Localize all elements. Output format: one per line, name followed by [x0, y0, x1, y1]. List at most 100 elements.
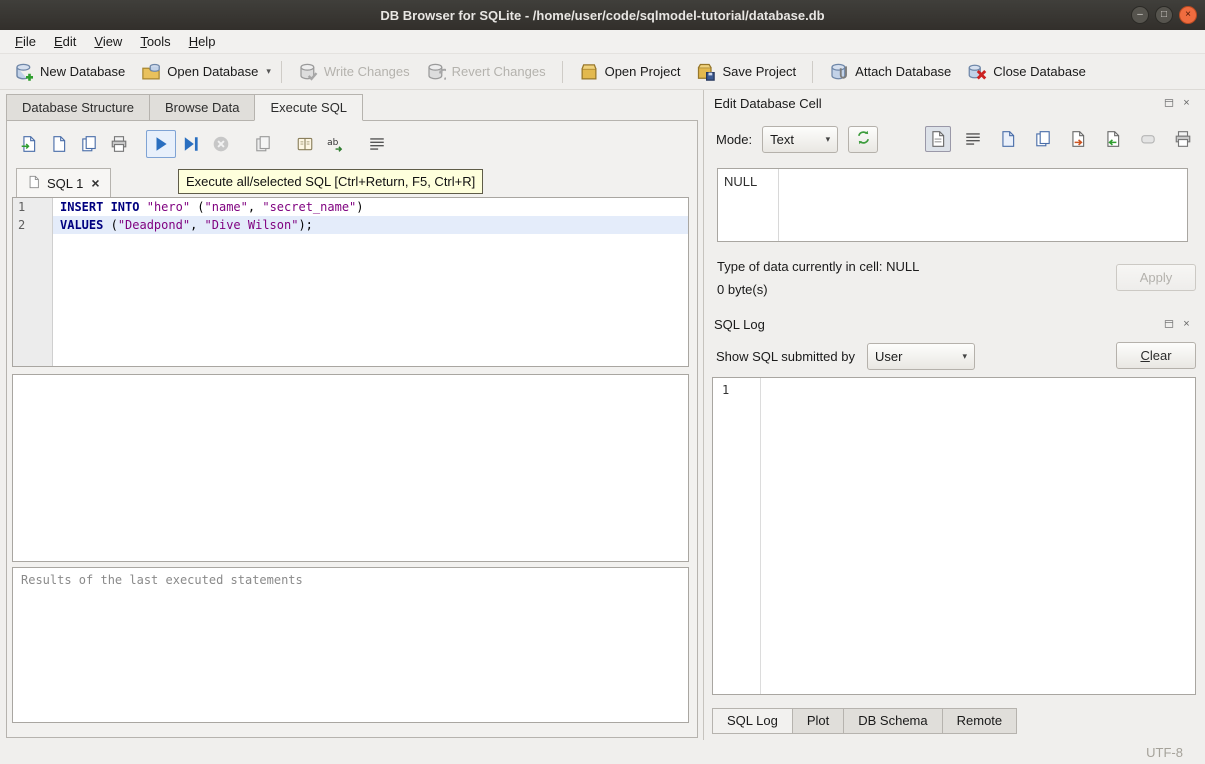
- maximize-icon: □: [1161, 10, 1167, 20]
- print-sql-button[interactable]: [104, 130, 134, 158]
- import-cell-button[interactable]: [1100, 126, 1126, 152]
- results-grid[interactable]: [12, 374, 689, 562]
- chevron-down-icon: ▾: [826, 134, 831, 145]
- minimize-icon: –: [1137, 10, 1143, 20]
- stop-execution-button: [206, 130, 236, 158]
- menu-edit[interactable]: Edit: [45, 31, 85, 52]
- sql-editor-code[interactable]: INSERT INTO "hero" ("name", "secret_name…: [53, 198, 688, 366]
- dock-tab-remote[interactable]: Remote: [943, 708, 1018, 734]
- mode-combobox[interactable]: Text ▾: [762, 126, 838, 153]
- mode-label: Mode:: [716, 132, 752, 147]
- set-null-icon: [1139, 130, 1157, 148]
- open-project-button[interactable]: Open Project: [571, 58, 689, 86]
- sql-file-tab[interactable]: SQL 1 ×: [16, 168, 111, 197]
- tooltip: Execute all/selected SQL [Ctrl+Return, F…: [178, 169, 483, 194]
- cell-editor[interactable]: NULL: [717, 168, 1188, 242]
- window-title: DB Browser for SQLite - /home/user/code/…: [380, 8, 824, 23]
- export-results-button: [248, 130, 278, 158]
- execute-all-sql-button[interactable]: [146, 130, 176, 158]
- attach-database-label: Attach Database: [855, 64, 951, 79]
- menu-tools[interactable]: Tools: [131, 31, 179, 52]
- clear-log-button[interactable]: Clear: [1116, 342, 1196, 369]
- open-project-icon: [579, 62, 599, 82]
- submitter-combobox[interactable]: User ▾: [867, 343, 975, 370]
- dock-tab-db-schema[interactable]: DB Schema: [844, 708, 942, 734]
- main-tabbar: Database Structure Browse Data Execute S…: [6, 94, 363, 121]
- close-database-button[interactable]: Close Database: [959, 58, 1094, 86]
- sql-file-icon: [27, 175, 41, 192]
- save-project-button[interactable]: Save Project: [688, 58, 804, 86]
- tab-execute-sql[interactable]: Execute SQL: [254, 94, 363, 121]
- toolbar-separator: [812, 61, 813, 83]
- chevron-down-icon: ▾: [962, 351, 967, 362]
- attach-database-button[interactable]: Attach Database: [821, 58, 959, 86]
- cell-editor-content[interactable]: [779, 169, 1187, 241]
- open-sql-file-button[interactable]: [14, 130, 44, 158]
- toolbar-separator: [562, 61, 563, 83]
- sql-editor-gutter: 12: [13, 198, 53, 366]
- minimize-button[interactable]: –: [1131, 6, 1149, 24]
- close-database-label: Close Database: [993, 64, 1086, 79]
- cell-value: NULL: [724, 174, 757, 189]
- find-replace-icon: ab: [326, 135, 344, 153]
- cell-size-info: 0 byte(s): [717, 282, 768, 297]
- open-sql-file-icon: [20, 135, 38, 153]
- save-sql-file-button[interactable]: [44, 130, 74, 158]
- print-cell-button[interactable]: [1170, 126, 1196, 152]
- svg-text:ab: ab: [327, 138, 339, 148]
- auto-switch-icon: [855, 129, 872, 149]
- encoding-indicator[interactable]: UTF-8: [1146, 745, 1183, 760]
- menu-file[interactable]: File: [6, 31, 45, 52]
- dock-tab-sql-log[interactable]: SQL Log: [712, 708, 793, 734]
- open-database-dropdown[interactable]: ▾: [266, 62, 273, 81]
- save-project-icon: [696, 62, 716, 82]
- edit-cell-dock-header: Edit Database Cell ×: [706, 92, 1199, 114]
- export-cell-button[interactable]: [1065, 126, 1091, 152]
- menubar: File Edit View Tools Help: [0, 30, 1205, 54]
- copy-cell-button[interactable]: [1030, 126, 1056, 152]
- find-replace-button[interactable]: ab: [320, 130, 350, 158]
- menu-view[interactable]: View: [85, 31, 131, 52]
- edit-cell-mode-row: Mode: Text ▾: [716, 125, 1196, 153]
- dock-float-icon[interactable]: [1162, 318, 1175, 331]
- cell-editor-margin: NULL: [718, 169, 779, 241]
- apply-button: Apply: [1116, 264, 1196, 291]
- revert-changes-label: Revert Changes: [452, 64, 546, 79]
- write-changes-label: Write Changes: [324, 64, 410, 79]
- set-null-button: [1135, 126, 1161, 152]
- save-sql-file-as-button[interactable]: [74, 130, 104, 158]
- dock-close-icon[interactable]: ×: [1180, 97, 1193, 110]
- word-wrap-toggle-button[interactable]: [960, 126, 986, 152]
- close-database-icon: [967, 62, 987, 82]
- execute-line-icon: [182, 135, 200, 153]
- execute-current-line-button[interactable]: [176, 130, 206, 158]
- open-database-button[interactable]: Open Database: [133, 58, 266, 86]
- close-button[interactable]: ×: [1179, 6, 1197, 24]
- maximize-button[interactable]: □: [1155, 6, 1173, 24]
- vertical-splitter[interactable]: [703, 90, 704, 740]
- dictionary-button[interactable]: [290, 130, 320, 158]
- auto-switch-mode-button[interactable]: [848, 126, 878, 153]
- sql-editor[interactable]: 12 INSERT INTO "hero" ("name", "secret_n…: [12, 197, 689, 367]
- dock-float-icon[interactable]: [1162, 97, 1175, 110]
- open-database-label: Open Database: [167, 64, 258, 79]
- write-changes-icon: [298, 62, 318, 82]
- new-database-button[interactable]: New Database: [6, 58, 133, 86]
- execute-sql-icon: [152, 135, 170, 153]
- tab-database-structure[interactable]: Database Structure: [6, 94, 149, 121]
- export-cell-icon: [1069, 130, 1087, 148]
- save-sql-file-icon: [50, 135, 68, 153]
- sql-log-filter-label: Show SQL submitted by: [716, 349, 855, 364]
- word-wrap-button[interactable]: [362, 130, 392, 158]
- dock-tab-plot[interactable]: Plot: [793, 708, 844, 734]
- open-in-external-button[interactable]: [995, 126, 1021, 152]
- new-database-label: New Database: [40, 64, 125, 79]
- menu-help[interactable]: Help: [180, 31, 225, 52]
- sql-log-view[interactable]: 1: [712, 377, 1196, 695]
- tab-browse-data[interactable]: Browse Data: [149, 94, 254, 121]
- sql-file-tab-close-icon[interactable]: ×: [91, 175, 99, 191]
- chevron-down-icon: ▾: [266, 66, 271, 76]
- text-mode-button[interactable]: [925, 126, 951, 152]
- dock-close-icon[interactable]: ×: [1180, 318, 1193, 331]
- titlebar: DB Browser for SQLite - /home/user/code/…: [0, 0, 1205, 30]
